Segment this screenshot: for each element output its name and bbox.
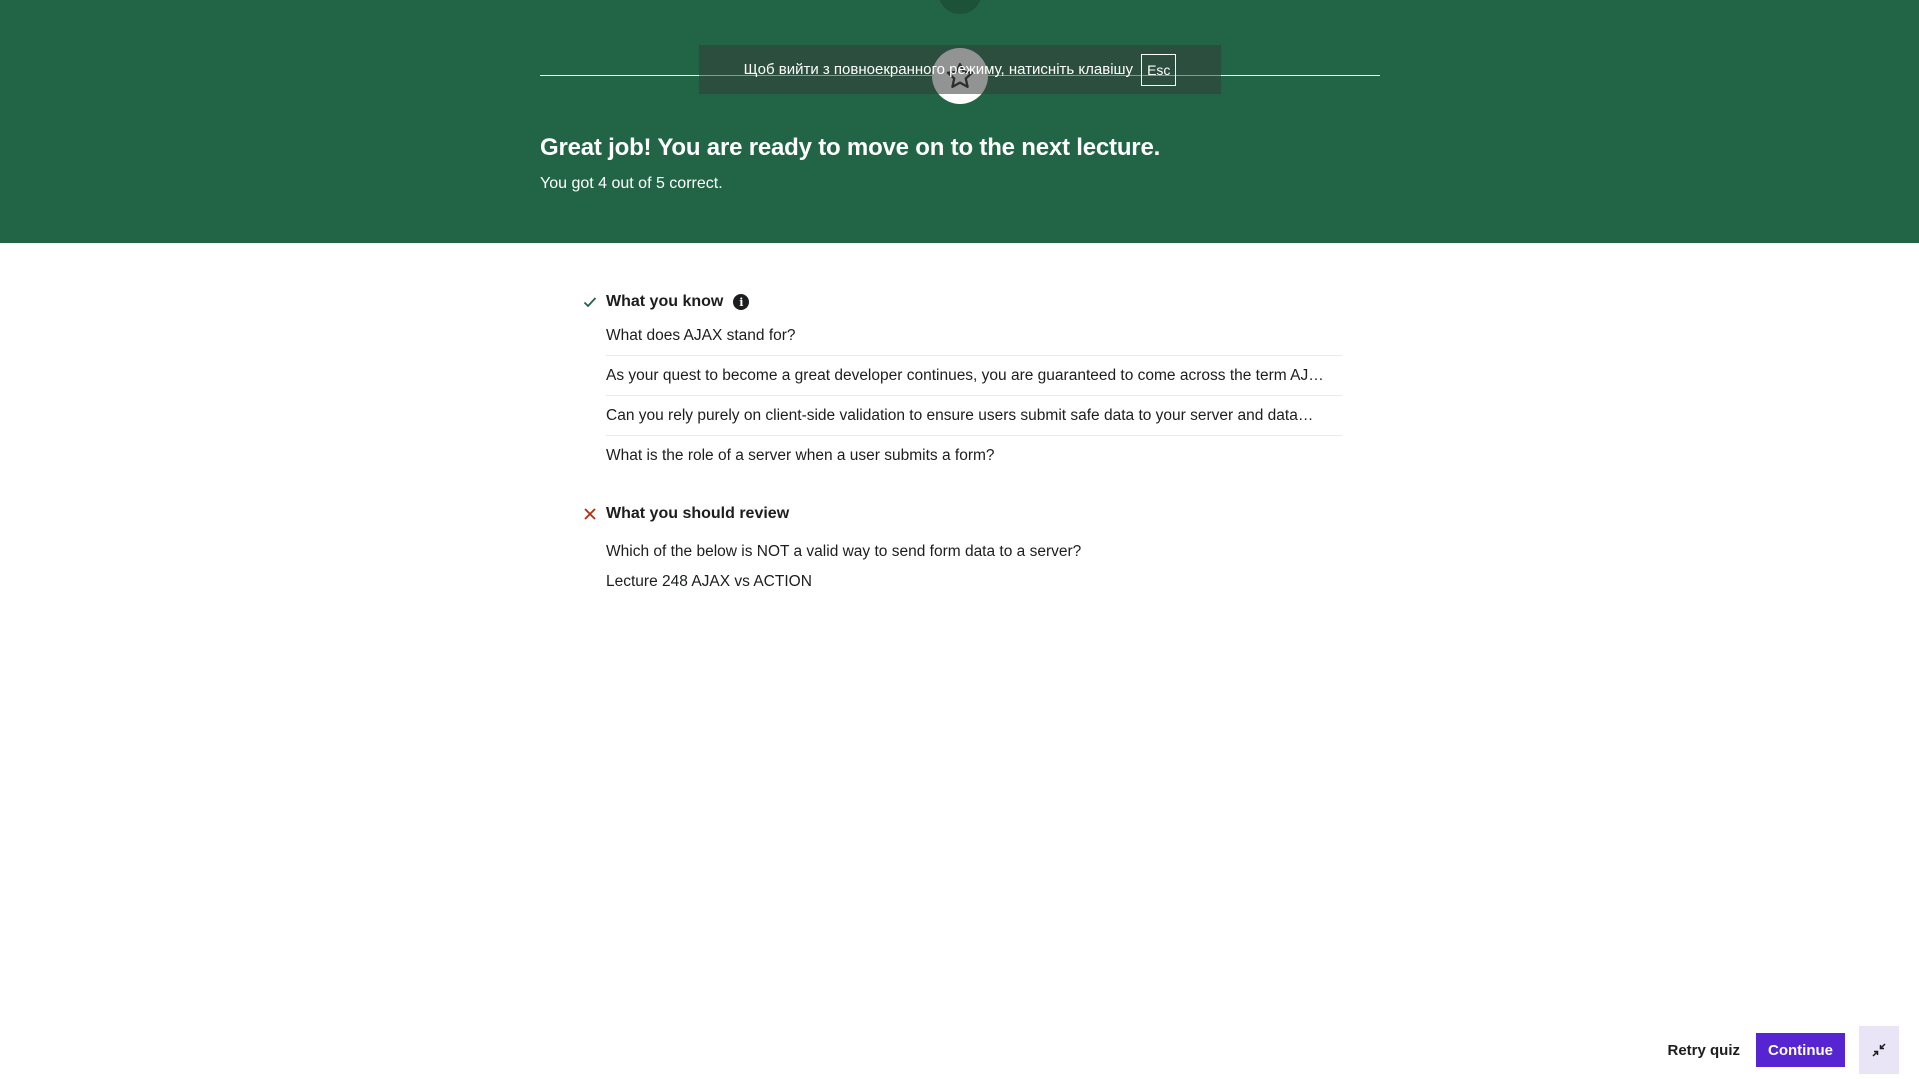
info-icon[interactable]: i	[733, 294, 750, 310]
list-item: What is the role of a server when a user…	[606, 447, 995, 464]
review-section: What you should review Which of the belo…	[580, 502, 1342, 592]
result-score: You got 4 out of 5 correct.	[540, 175, 723, 192]
check-icon	[580, 292, 600, 312]
list-item: Can you rely purely on client-side valid…	[606, 396, 1342, 436]
progress-dot	[938, 0, 982, 14]
list-item: As your quest to become a great develope…	[606, 356, 1342, 396]
review-section-title: What you should review	[606, 505, 790, 522]
continue-button[interactable]: Continue	[1756, 1033, 1845, 1067]
list-item: What does AJAX stand for?	[606, 316, 1342, 356]
footer-actions: Retry quiz Continue	[1665, 1021, 1899, 1079]
known-question-list: What does AJAX stand for? As your quest …	[580, 316, 1342, 475]
fullscreen-exit-notice: Щоб вийти з повноекранного режиму, натис…	[699, 45, 1221, 94]
esc-key-hint: Esc	[1141, 53, 1177, 86]
known-section-header: What you know i	[580, 290, 1342, 314]
result-header: Щоб вийти з повноекранного режиму, натис…	[0, 0, 1919, 243]
exit-fullscreen-button[interactable]	[1859, 1026, 1899, 1074]
fullscreen-notice-text: Щоб вийти з повноекранного режиму, натис…	[743, 61, 1134, 78]
collapse-icon	[1872, 1043, 1886, 1057]
cross-icon	[580, 504, 600, 524]
review-section-header: What you should review	[580, 502, 1342, 526]
retry-quiz-button[interactable]: Retry quiz	[1665, 1042, 1742, 1059]
known-section-title: What you know	[606, 293, 724, 310]
review-question: Which of the below is NOT a valid way to…	[606, 543, 1082, 560]
result-title: Great job! You are ready to move on to t…	[540, 134, 1161, 161]
quiz-result-page: Щоб вийти з повноекранного режиму, натис…	[0, 0, 1919, 1079]
known-section: What you know i What does AJAX stand for…	[580, 290, 1342, 475]
review-lecture-link[interactable]: Lecture 248 AJAX vs ACTION	[580, 572, 1342, 592]
